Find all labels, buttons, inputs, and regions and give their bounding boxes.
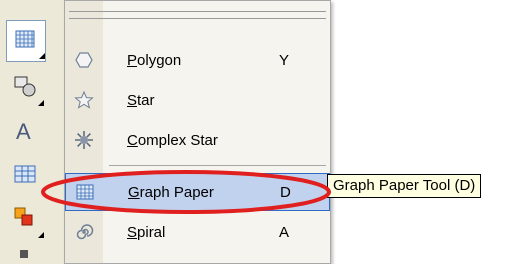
tooltip: Graph Paper Tool (D) bbox=[327, 174, 482, 198]
menu-item-shortcut: D bbox=[280, 183, 291, 201]
flyout-menu: Polygon Y Star Complex Star Graph Paper … bbox=[64, 0, 331, 264]
menu-item-label: Star bbox=[127, 91, 155, 109]
graph-paper-tool-button[interactable] bbox=[6, 20, 46, 62]
shape-tool-button[interactable] bbox=[6, 68, 44, 108]
polygon-icon bbox=[73, 49, 95, 71]
menu-item-spiral[interactable]: Spiral A bbox=[65, 213, 330, 251]
menu-item-shortcut: Y bbox=[279, 51, 290, 69]
menu-grip[interactable] bbox=[69, 11, 326, 19]
interactive-tool-icon bbox=[12, 205, 38, 236]
toolbox-edge bbox=[20, 250, 28, 258]
text-tool-icon: A bbox=[12, 117, 38, 148]
menu-item-label: Polygon bbox=[127, 51, 182, 69]
menu-item-graph-paper[interactable]: Graph Paper D bbox=[65, 173, 330, 211]
table-tool-icon bbox=[13, 162, 37, 191]
flyout-corner-icon bbox=[38, 100, 44, 106]
table-tool-button[interactable] bbox=[6, 156, 44, 196]
menu-item-star[interactable]: Star bbox=[65, 81, 330, 119]
flyout-corner-icon bbox=[38, 232, 44, 238]
toolbox: A bbox=[0, 0, 65, 264]
menu-item-complex-star[interactable]: Complex Star bbox=[65, 121, 330, 159]
menu-separator bbox=[109, 165, 326, 166]
menu-item-shortcut: A bbox=[279, 223, 290, 241]
star-icon bbox=[73, 89, 95, 111]
flyout-corner-icon bbox=[39, 53, 45, 59]
interactive-tool-button[interactable] bbox=[6, 200, 44, 240]
text-tool-button[interactable]: A bbox=[6, 112, 44, 152]
menu-item-polygon[interactable]: Polygon Y bbox=[65, 41, 330, 79]
graph-paper-icon bbox=[74, 181, 96, 203]
spiral-icon bbox=[73, 221, 95, 243]
menu-item-label: Complex Star bbox=[127, 131, 218, 149]
graph-paper-tool-icon bbox=[14, 27, 38, 56]
svg-text:A: A bbox=[16, 119, 31, 143]
complex-star-icon bbox=[73, 129, 95, 151]
menu-item-label: Graph Paper bbox=[128, 183, 214, 201]
menu-item-label: Spiral bbox=[127, 223, 166, 241]
shape-tool-icon bbox=[12, 73, 38, 104]
